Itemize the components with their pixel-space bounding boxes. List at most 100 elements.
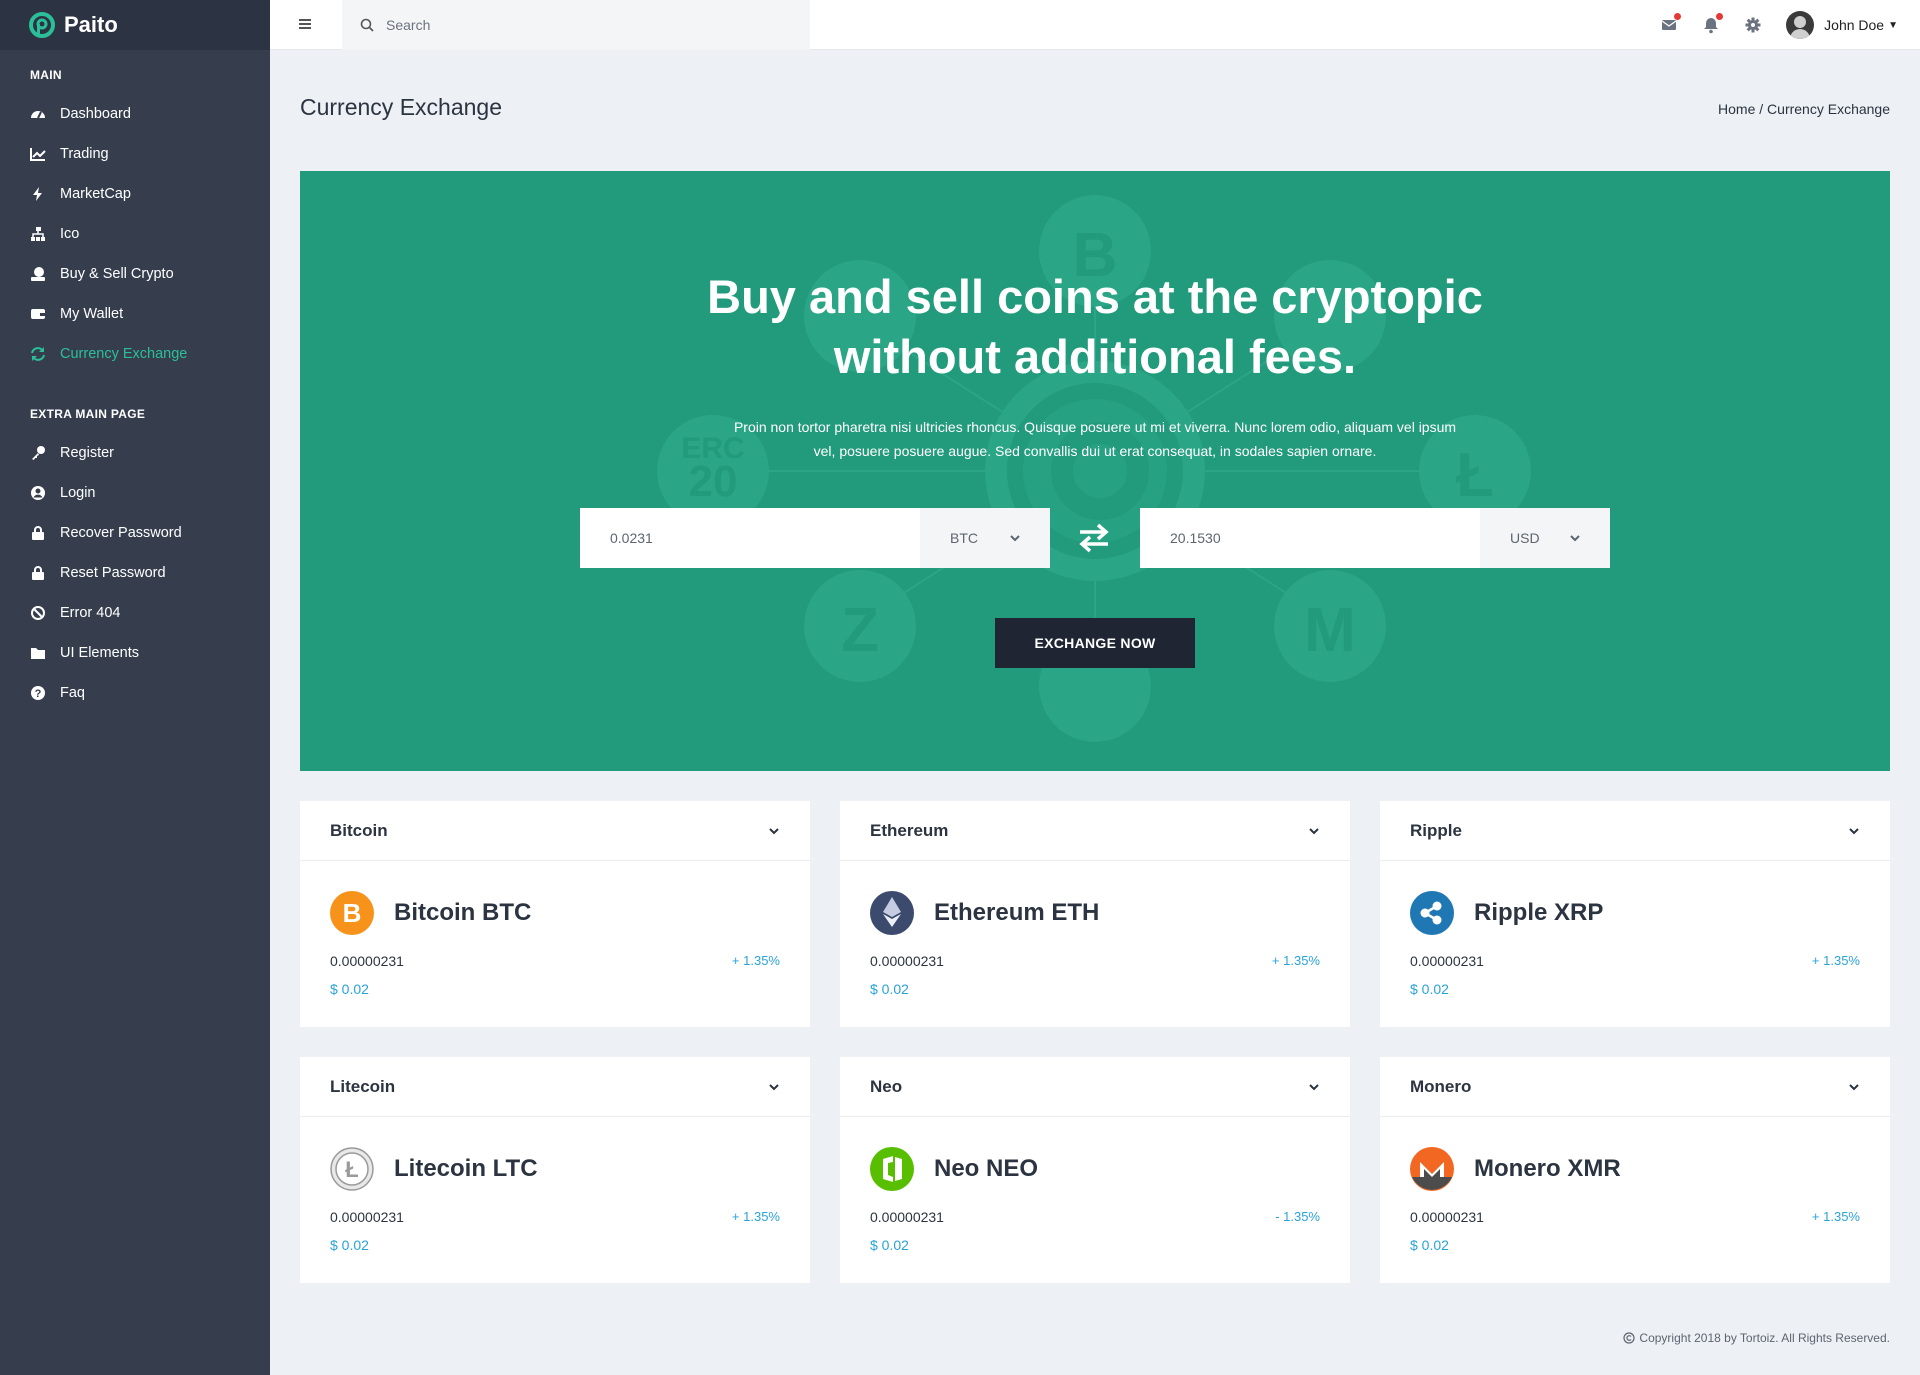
sidebar-item-currency-exchange[interactable]: Currency Exchange [0, 334, 270, 374]
card-header: Neo [840, 1057, 1350, 1117]
messages-icon[interactable] [1660, 13, 1682, 34]
monero-icon [1410, 1147, 1454, 1191]
sidebar-item-label: Login [60, 485, 96, 501]
topbar-actions: John Doe ▼ [1660, 0, 1898, 50]
chevron-down-icon[interactable] [1848, 825, 1860, 837]
hero-title: Buy and sell coins at the cryptopic with… [300, 267, 1890, 387]
ethereum-icon [870, 891, 914, 935]
brand[interactable]: Paito [0, 0, 270, 50]
user-circle-icon [30, 485, 46, 501]
from-amount-input[interactable] [580, 508, 920, 568]
user-menu[interactable]: John Doe ▼ [1786, 11, 1898, 39]
sidebar-item-ui-elements[interactable]: UI Elements [0, 633, 270, 673]
svg-text:Ł: Ł [345, 1157, 358, 1182]
sidebar-item-recover-password[interactable]: Recover Password [0, 513, 270, 553]
svg-text:?: ? [35, 688, 42, 700]
svg-text:M: M [1304, 596, 1356, 665]
sidebar-item-label: MarketCap [60, 186, 131, 202]
coin-amount: 0.00000231 [1410, 953, 1484, 969]
coin-price: $ 0.02 [1410, 981, 1449, 997]
coin-card-neo: Neo Neo NEO 0.00000231 - 1.35% $ 0.02 [840, 1057, 1350, 1283]
to-amount-input[interactable] [1140, 508, 1480, 568]
sidebar-item-reset-password[interactable]: Reset Password [0, 553, 270, 593]
coin-price: $ 0.02 [330, 981, 369, 997]
card-title: Litecoin [330, 1076, 396, 1096]
chart-icon [30, 146, 46, 162]
hero-title-line2: without additional fees. [833, 330, 1357, 383]
settings-gear-icon[interactable] [1744, 16, 1762, 34]
chevron-down-icon [1010, 535, 1020, 542]
sidebar-item-register[interactable]: Register [0, 433, 270, 473]
chevron-down-icon[interactable] [1308, 1081, 1320, 1093]
copyright-text: Copyright 2018 by Tortoiz. All Rights Re… [1639, 1331, 1890, 1345]
topbar: John Doe ▼ [270, 0, 1920, 50]
chevron-down-icon[interactable] [768, 1081, 780, 1093]
chevron-down-icon[interactable] [768, 825, 780, 837]
sidebar-item-dashboard[interactable]: Dashboard [0, 94, 270, 134]
card-title: Bitcoin [330, 820, 388, 840]
sidebar-item-buy-sell-crypto[interactable]: Buy & Sell Crypto [0, 254, 270, 294]
neo-icon [870, 1147, 914, 1191]
chevron-down-icon [1570, 535, 1580, 542]
coin-price: $ 0.02 [870, 981, 909, 997]
search-input[interactable] [386, 17, 766, 33]
sidebar-item-marketcap[interactable]: MarketCap [0, 174, 270, 214]
sidebar-item-label: Dashboard [60, 106, 131, 122]
coin-name: Bitcoin BTC [394, 899, 532, 926]
coin-name: Neo NEO [934, 1155, 1039, 1182]
exchange-now-button[interactable]: EXCHANGE NOW [995, 618, 1195, 668]
coin-amount: 0.00000231 [870, 1209, 944, 1225]
card-header: Monero [1380, 1057, 1890, 1117]
coin-price: $ 0.02 [1410, 1237, 1449, 1253]
wallet-icon [30, 306, 46, 322]
chevron-down-icon[interactable] [1308, 825, 1320, 837]
search-box [342, 0, 810, 50]
card-title: Ripple [1410, 820, 1462, 840]
crypto-network-illustration: B ERC 20 Ł Z M [657, 195, 1531, 742]
card-title: Monero [1410, 1076, 1472, 1096]
to-currency-value: USD [1510, 530, 1540, 546]
sidebar-item-label: Faq [60, 685, 85, 701]
question-icon: ? [30, 685, 46, 701]
sidebar-item-error-404[interactable]: Error 404 [0, 593, 270, 633]
sitemap-icon [30, 226, 46, 242]
from-currency-select[interactable]: BTC [920, 508, 1050, 568]
coin-amount: 0.00000231 [330, 953, 404, 969]
key-icon [30, 445, 46, 461]
card-header: Bitcoin [300, 801, 810, 861]
sidebar-item-login[interactable]: Login [0, 473, 270, 513]
sidebar-item-label: Reset Password [60, 565, 166, 581]
card-header: Ethereum [840, 801, 1350, 861]
lock-icon [30, 525, 46, 541]
hero-description-line1: Proin non tortor pharetra nisi ultricies… [733, 419, 1457, 435]
coins-icon [30, 266, 46, 282]
folder-icon [30, 645, 46, 661]
coin-change: + 1.35% [731, 953, 780, 968]
hamburger-menu-icon[interactable] [298, 17, 312, 31]
notifications-badge [1716, 13, 1724, 20]
copyright-icon [1623, 1332, 1636, 1344]
swap-arrows-icon[interactable] [1076, 522, 1112, 554]
to-exchange-group: USD [1140, 508, 1610, 568]
sidebar-item-ico[interactable]: Ico [0, 214, 270, 254]
chevron-down-icon[interactable] [1848, 1081, 1860, 1093]
card-header: Ripple [1380, 801, 1890, 861]
sidebar-item-trading[interactable]: Trading [0, 134, 270, 174]
coin-change: - 1.35% [1275, 1209, 1320, 1224]
coin-name: Litecoin LTC [394, 1155, 538, 1182]
sidebar-item-label: My Wallet [60, 306, 124, 322]
sidebar-item-label: Currency Exchange [60, 346, 188, 362]
coin-name: Monero XMR [1474, 1155, 1621, 1182]
sidebar-item-label: Recover Password [60, 525, 182, 541]
svg-text:Z: Z [841, 596, 879, 665]
breadcrumb-text[interactable]: Home / Currency Exchange [1718, 101, 1890, 117]
to-currency-select[interactable]: USD [1480, 508, 1610, 568]
sidebar-item-faq[interactable]: ? Faq [0, 673, 270, 713]
sidebar-item-label: Trading [60, 146, 109, 162]
notifications-icon[interactable] [1702, 13, 1724, 34]
ban-icon [30, 605, 46, 621]
coin-name: Ethereum ETH [934, 899, 1100, 926]
sidebar-item-my-wallet[interactable]: My Wallet [0, 294, 270, 334]
from-currency-value: BTC [950, 530, 978, 546]
ripple-icon [1410, 891, 1454, 935]
